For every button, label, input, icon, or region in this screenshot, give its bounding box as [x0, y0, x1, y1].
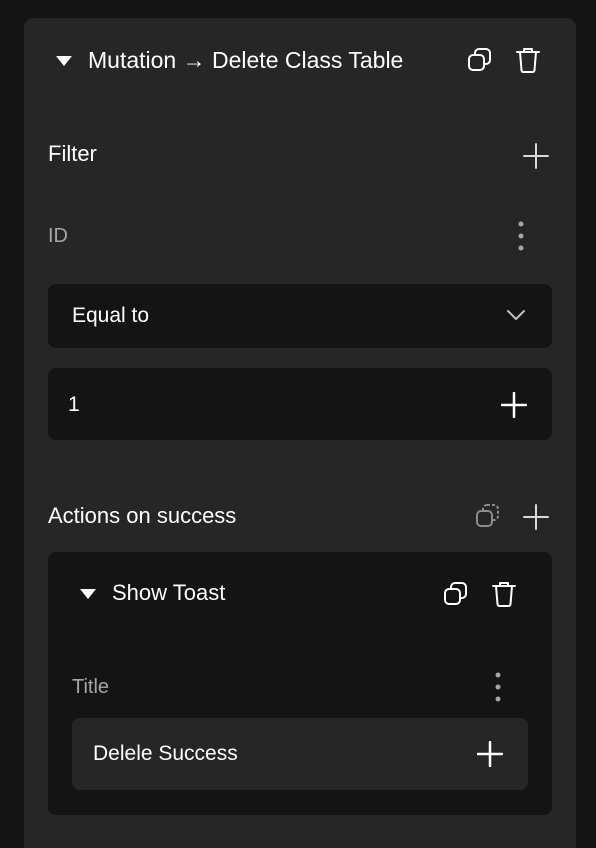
add-value-icon[interactable] — [501, 392, 527, 418]
copy-icon[interactable] — [467, 47, 493, 73]
add-filter-icon[interactable] — [523, 143, 549, 169]
copy-action-icon[interactable] — [443, 581, 469, 607]
filter-title: Filter — [48, 141, 97, 166]
paste-action-icon[interactable] — [475, 503, 501, 529]
more-options-icon[interactable] — [517, 220, 525, 252]
toast-field-label: Title — [72, 676, 110, 698]
filter-value: 1 — [68, 393, 80, 416]
trash-icon[interactable] — [515, 46, 541, 74]
add-action-icon[interactable] — [523, 504, 549, 530]
chevron-down-icon — [507, 310, 525, 320]
collapse-caret-icon[interactable] — [56, 56, 72, 66]
filter-field-label: ID — [48, 225, 68, 247]
mutation-title: Mutation → Delete Class Table — [88, 47, 404, 73]
delete-action-icon[interactable] — [491, 580, 517, 608]
toast-more-options-icon[interactable] — [494, 671, 502, 703]
toast-title-value: Delele Success — [93, 742, 238, 765]
action-name: Show Toast — [112, 580, 226, 605]
mutation-header[interactable]: Mutation → Delete Class Table — [24, 18, 576, 100]
operator-value: Equal to — [72, 304, 150, 327]
mutation-panel: Mutation → Delete Class Table Filter ID … — [24, 18, 576, 848]
add-toast-value-icon[interactable] — [477, 741, 503, 767]
collapse-toast-caret-icon[interactable] — [80, 589, 96, 599]
actions-on-success-title: Actions on success — [48, 503, 237, 528]
show-toast-action-card: Show Toast Title Delele Success — [48, 552, 552, 815]
filter-value-input[interactable]: 1 — [48, 368, 552, 440]
operator-select[interactable]: Equal to — [48, 284, 552, 348]
toast-title-input[interactable]: Delele Success — [72, 718, 528, 790]
